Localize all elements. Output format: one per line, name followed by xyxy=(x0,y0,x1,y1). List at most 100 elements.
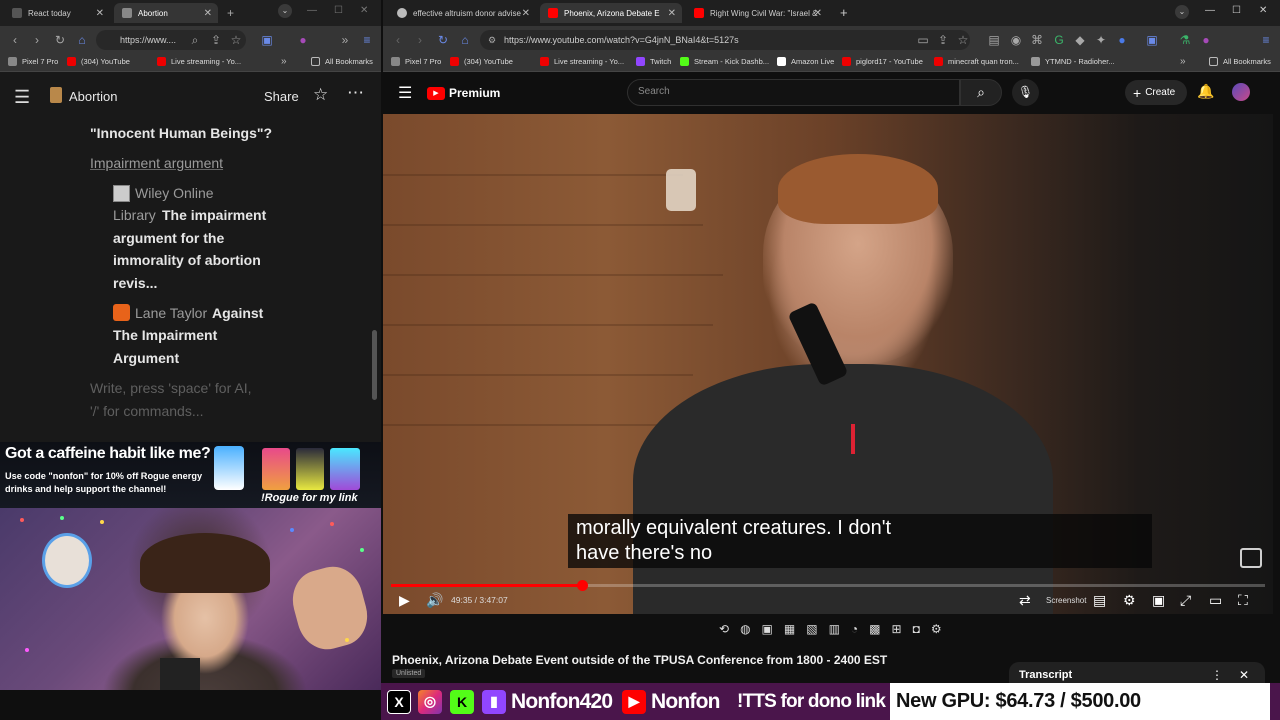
extension-icon[interactable]: ▣ xyxy=(260,33,274,47)
screenshot-button[interactable]: Screenshot xyxy=(1046,596,1086,605)
wiley-title-4[interactable]: revis... xyxy=(113,275,157,291)
camera-icon[interactable]: ◘ xyxy=(913,622,920,636)
reload-icon[interactable]: ↻ xyxy=(436,33,450,47)
audio-icon[interactable]: ◍ xyxy=(740,622,750,636)
voice-search-button[interactable]: 🎙 xyxy=(1012,79,1039,106)
search-icon[interactable]: ⌕ xyxy=(188,33,202,47)
extension-icon[interactable]: ● xyxy=(1115,33,1129,47)
extension-icon[interactable]: ● xyxy=(296,33,310,47)
bookmark-piglord[interactable]: piglord17 - YouTube xyxy=(842,57,923,66)
maximize-icon[interactable]: ☐ xyxy=(1232,5,1241,16)
loop-icon[interactable]: ⇄ xyxy=(1019,592,1031,609)
site-info-icon[interactable]: ⚙ xyxy=(488,30,496,50)
extension-icon[interactable]: ▤ xyxy=(987,33,1001,47)
maximize-icon[interactable]: ☐ xyxy=(334,5,343,16)
window-close-icon[interactable]: ✕ xyxy=(1259,5,1267,16)
menu-icon[interactable]: ≡ xyxy=(360,33,374,47)
record-icon[interactable]: ▣ xyxy=(762,622,773,636)
picture-icon[interactable]: ▧ xyxy=(806,622,817,636)
miniplayer-icon[interactable]: ▣ xyxy=(1152,592,1165,609)
fullscreen-icon[interactable]: ⛶ xyxy=(1238,592,1248,609)
tab-react-today[interactable]: React today ✕ xyxy=(4,3,110,23)
transcript-close-icon[interactable]: ✕ xyxy=(1239,668,1249,682)
lane-title-1[interactable]: Against xyxy=(212,305,263,321)
bookmark-ytmnd[interactable]: YTMND - Radioher... xyxy=(1031,57,1115,66)
extension-icon[interactable]: ✦ xyxy=(1094,33,1108,47)
extension-icon[interactable]: ● xyxy=(1199,33,1213,47)
share-icon[interactable]: ⇪ xyxy=(936,33,950,47)
speed-icon[interactable]: ◔ xyxy=(851,622,858,636)
menu-icon[interactable]: ≡ xyxy=(1259,33,1273,47)
extension-icon[interactable]: ◉ xyxy=(1009,33,1023,47)
editor-placeholder-2[interactable]: '/' for commands... xyxy=(90,403,204,419)
minimize-icon[interactable]: — xyxy=(1205,5,1215,16)
hamburger-menu-icon[interactable]: ☰ xyxy=(14,87,30,108)
bookmarks-overflow-icon[interactable]: » xyxy=(281,56,287,67)
all-bookmarks[interactable]: All Bookmarks xyxy=(1209,57,1271,66)
expand-icon[interactable]: ⤢ xyxy=(1180,592,1191,609)
bookmark-pixel[interactable]: Pixel 7 Pro xyxy=(8,57,58,66)
forward-icon[interactable]: › xyxy=(413,33,427,47)
share-icon[interactable]: ⇪ xyxy=(209,33,223,47)
new-tab-icon[interactable]: + xyxy=(227,6,234,20)
search-button[interactable]: ⌕ xyxy=(960,79,1002,106)
bookmark-youtube[interactable]: (304) YouTube xyxy=(67,57,130,66)
favorite-star-icon[interactable]: ☆ xyxy=(313,85,328,105)
close-icon[interactable]: ✕ xyxy=(522,8,530,19)
bookmark-twitch[interactable]: Twitch xyxy=(636,57,671,66)
lane-source[interactable]: Lane Taylor xyxy=(135,305,207,321)
more-extensions-icon[interactable]: » xyxy=(338,33,352,47)
lane-title-3[interactable]: Argument xyxy=(113,350,179,366)
bookmark-icon[interactable]: ☆ xyxy=(956,33,970,47)
bookmarks-overflow-icon[interactable]: » xyxy=(1180,56,1186,67)
reload-icon[interactable]: ↻ xyxy=(53,33,67,47)
extensions-puzzle-icon[interactable]: ▣ xyxy=(1145,33,1159,47)
channel-watermark-icon[interactable] xyxy=(1240,548,1262,568)
minimize-icon[interactable]: — xyxy=(307,5,317,16)
tab-search-icon[interactable]: ⌄ xyxy=(1175,5,1189,19)
page-title[interactable]: Abortion xyxy=(69,89,117,104)
lane-title-2[interactable]: The Impairment xyxy=(113,327,217,343)
wiley-title-3[interactable]: immorality of abortion xyxy=(113,252,261,268)
scrubber-handle[interactable] xyxy=(576,580,588,591)
search-input[interactable]: Search xyxy=(627,79,960,106)
install-icon[interactable]: ▭ xyxy=(916,33,930,47)
back-icon[interactable]: ‹ xyxy=(8,33,22,47)
bookmark-live[interactable]: Live streaming - Yo... xyxy=(157,57,241,66)
extension-icon[interactable]: ⌘ xyxy=(1030,33,1044,47)
bookmark-kick[interactable]: Stream - Kick Dashb... xyxy=(680,57,769,66)
bookmark-youtube[interactable]: (304) YouTube xyxy=(450,57,513,66)
tab-abortion[interactable]: Abortion ✕ xyxy=(114,3,218,23)
transcript-more-icon[interactable]: ⋮ xyxy=(1211,668,1223,682)
extension-icon[interactable]: ◆ xyxy=(1073,33,1087,47)
theater-mode-icon[interactable]: ▭ xyxy=(1209,592,1222,609)
tab-phoenix-debate[interactable]: Phoenix, Arizona Debate E ✕ xyxy=(540,3,682,23)
settings-gear-icon[interactable]: ⚙ xyxy=(1123,592,1136,609)
share-button[interactable]: Share xyxy=(264,89,299,104)
back-icon[interactable]: ‹ xyxy=(391,33,405,47)
bookmark-amazon[interactable]: Amazon Live xyxy=(777,57,834,66)
tab-right-wing[interactable]: Right Wing Civil War: "Israel & ✕ xyxy=(686,3,828,23)
wiley-source[interactable]: Wiley Online xyxy=(135,185,214,201)
youtube-logo[interactable]: ▶ Premium xyxy=(427,86,500,100)
close-icon[interactable]: ✕ xyxy=(668,8,676,19)
film-icon[interactable]: ▦ xyxy=(784,622,795,636)
notion-scrollbar[interactable] xyxy=(372,330,377,400)
play-button[interactable]: ▶ xyxy=(399,592,410,609)
frames-icon[interactable]: ▥ xyxy=(829,622,840,636)
lab-icon[interactable]: ⚗ xyxy=(1178,33,1192,47)
home-icon[interactable]: ⌂ xyxy=(75,33,89,47)
bookmark-icon[interactable]: ☆ xyxy=(229,33,243,47)
forward-icon[interactable]: › xyxy=(30,33,44,47)
video-player[interactable]: morally equivalent creatures. I don't ha… xyxy=(383,114,1273,614)
account-avatar[interactable] xyxy=(1232,83,1250,101)
cinema-icon[interactable]: ▩ xyxy=(869,622,880,636)
guide-menu-icon[interactable]: ☰ xyxy=(398,83,412,103)
subtitles-icon[interactable]: ▤ xyxy=(1093,592,1106,609)
create-button[interactable]: + Create xyxy=(1125,80,1187,105)
all-bookmarks[interactable]: All Bookmarks xyxy=(311,57,373,66)
close-icon[interactable]: ✕ xyxy=(814,8,822,19)
repeat-icon[interactable]: ⟲ xyxy=(719,622,729,636)
home-icon[interactable]: ⌂ xyxy=(458,33,472,47)
more-options-icon[interactable]: ⋯ xyxy=(347,83,364,103)
